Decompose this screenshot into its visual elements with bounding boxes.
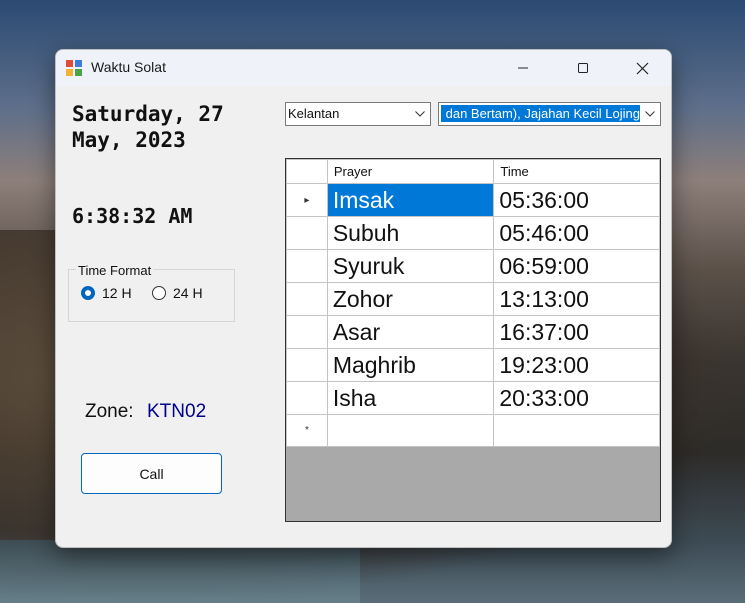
minimize-icon [518, 67, 528, 69]
table-row[interactable]: Zohor 13:13:00 [286, 282, 660, 316]
time-format-title: Time Format [76, 263, 154, 278]
time-format-group: Time Format 12 H 24 H [68, 263, 235, 322]
chevron-down-icon [644, 106, 656, 122]
prayer-times-grid[interactable]: Prayer Time ▸ Imsak 05:36:00 Subuh 05:46… [285, 158, 661, 522]
row-header[interactable] [286, 216, 328, 250]
row-header[interactable] [286, 282, 328, 316]
row-header-new[interactable]: * [286, 414, 328, 447]
row-header[interactable] [286, 249, 328, 283]
date-label: Saturday, 27 May, 2023 [72, 102, 224, 152]
prayer-cell[interactable]: Subuh [326, 216, 495, 250]
app-window: Waktu Solat Saturday, 27 May, 2023 6:38:… [55, 49, 672, 548]
new-row[interactable]: * [286, 414, 660, 447]
state-dropdown-value: Kelantan [288, 106, 340, 121]
time-cell[interactable]: 05:46:00 [493, 216, 660, 250]
zone-dropdown[interactable]: dan Bertam), Jajahan Kecil Lojing [438, 102, 661, 126]
maximize-button[interactable] [560, 50, 606, 86]
prayer-cell[interactable]: Imsak [326, 183, 495, 217]
prayer-cell[interactable]: Maghrib [326, 348, 495, 382]
time-cell[interactable]: 16:37:00 [493, 315, 660, 349]
table-row[interactable]: Subuh 05:46:00 [286, 216, 660, 250]
time-cell[interactable]: 19:23:00 [493, 348, 660, 382]
desktop-water [0, 540, 360, 603]
time-label: 6:38:32 AM [72, 204, 193, 228]
prayer-cell[interactable]: Isha [326, 381, 495, 415]
row-header-current[interactable]: ▸ [286, 183, 328, 217]
new-prayer-cell[interactable] [326, 414, 495, 447]
radio-checked-icon [81, 286, 95, 300]
time-cell[interactable]: 20:33:00 [493, 381, 660, 415]
table-row[interactable]: Syuruk 06:59:00 [286, 249, 660, 283]
close-icon [636, 62, 648, 74]
time-cell[interactable]: 06:59:00 [493, 249, 660, 283]
prayer-times-table: Prayer Time ▸ Imsak 05:36:00 Subuh 05:46… [286, 159, 660, 447]
title-bar[interactable]: Waktu Solat [56, 50, 671, 86]
table-row[interactable]: ▸ Imsak 05:36:00 [286, 183, 660, 217]
row-header[interactable] [286, 348, 328, 382]
window-title: Waktu Solat [91, 59, 166, 75]
new-time-cell[interactable] [493, 414, 660, 447]
call-button[interactable]: Call [81, 453, 222, 494]
column-header-time[interactable]: Time [493, 159, 660, 184]
radio-12h-label: 12 H [102, 285, 132, 301]
zone-dropdown-value: dan Bertam), Jajahan Kecil Lojing [441, 105, 640, 122]
table-row[interactable]: Asar 16:37:00 [286, 315, 660, 349]
row-header[interactable] [286, 381, 328, 415]
prayer-cell[interactable]: Asar [326, 315, 495, 349]
minimize-button[interactable] [500, 50, 546, 86]
row-header[interactable] [286, 315, 328, 349]
prayer-cell[interactable]: Syuruk [326, 249, 495, 283]
maximize-icon [578, 63, 588, 73]
radio-12h[interactable]: 12 H [81, 285, 132, 301]
app-icon [66, 60, 83, 77]
zone-value: KTN02 [147, 401, 207, 422]
close-button[interactable] [619, 50, 665, 86]
time-cell[interactable]: 05:36:00 [493, 183, 660, 217]
table-row[interactable]: Maghrib 19:23:00 [286, 348, 660, 382]
chevron-down-icon [414, 106, 426, 122]
corner-header[interactable] [286, 159, 328, 184]
prayer-cell[interactable]: Zohor [326, 282, 495, 316]
zone-label: Zone: [85, 401, 134, 422]
state-dropdown[interactable]: Kelantan [285, 102, 431, 126]
radio-24h-label: 24 H [173, 285, 203, 301]
radio-unchecked-icon [152, 286, 166, 300]
column-header-prayer[interactable]: Prayer [326, 159, 495, 184]
table-row[interactable]: Isha 20:33:00 [286, 381, 660, 415]
radio-24h[interactable]: 24 H [152, 285, 203, 301]
time-cell[interactable]: 13:13:00 [493, 282, 660, 316]
